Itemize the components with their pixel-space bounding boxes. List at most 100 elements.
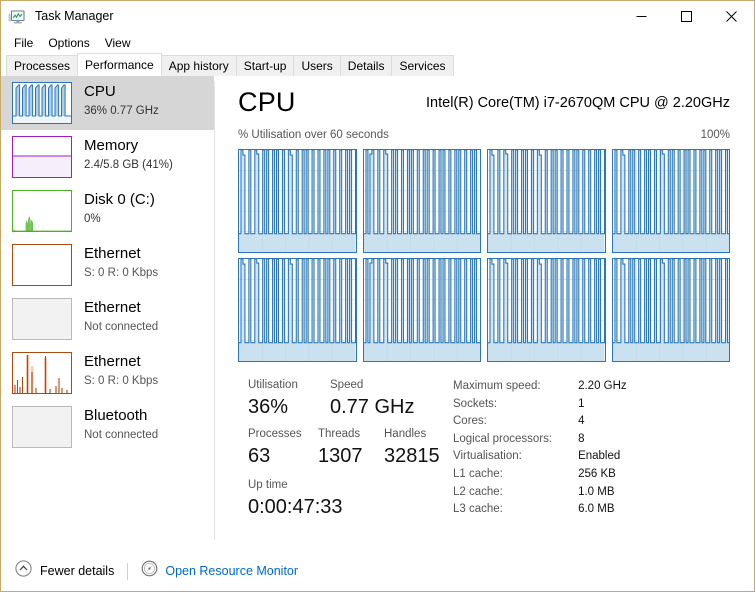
sidebar-item-memory-sub: 2.4/5.8 GB (41%) [84, 159, 173, 171]
table-row: Virtualisation: Enabled [453, 448, 627, 466]
ethernet-3-thumbnail-graph [12, 352, 72, 394]
cpu-stats-primary: Utilisation 36% Speed 0.77 GHz Processes… [248, 376, 448, 521]
cpu-core-graph [362, 258, 481, 362]
stat-processes-value: 63 [248, 445, 271, 467]
tab-services[interactable]: Services [391, 55, 454, 76]
stat-speed-label: Speed [330, 379, 364, 391]
graph-axis-max: 100% [700, 129, 730, 141]
stat-speed-value: 0.77 GHz [330, 396, 415, 418]
table-row: Cores: 4 [453, 413, 627, 431]
stat-uptime-label: Up time [248, 479, 288, 491]
detail-key-l1-cache: L1 cache: [453, 467, 503, 480]
cpu-core-graph [487, 149, 606, 253]
sidebar-item-ethernet-3-text: Ethernet S: 0 R: 0 Kbps [84, 352, 158, 389]
stats-row-2: Processes 63 Threads 1307 Handles 32815 [248, 425, 448, 470]
status-bar: Fewer details Open Resource Monitor [1, 551, 754, 591]
cpu-thumbnail-graph [12, 82, 72, 124]
stat-threads-value: 1307 [318, 445, 363, 467]
sidebar-item-memory[interactable]: Memory 2.4/5.8 GB (41%) [1, 130, 214, 184]
cpu-core-graph [611, 149, 730, 253]
sidebar-item-cpu-label: CPU [84, 83, 116, 100]
table-row: L3 cache: 6.0 MB [453, 501, 627, 519]
sidebar-item-ethernet-2[interactable]: Ethernet Not connected [1, 292, 214, 346]
sidebar-item-ethernet-3-sub: S: 0 R: 0 Kbps [84, 375, 159, 387]
sidebar-item-ethernet-1-sub: S: 0 R: 0 Kbps [84, 267, 159, 279]
menu-item-file[interactable]: File [8, 35, 42, 51]
sidebar-item-ethernet-1-label: Ethernet [84, 245, 141, 262]
sidebar-item-disk0-text: Disk 0 (C:) 0% [84, 190, 155, 227]
detail-value-maximum-speed: 2.20 GHz [578, 380, 627, 392]
main-body: CPU 36% 0.77 GHz Memory 2.4/5.8 GB (41%) [1, 76, 754, 546]
table-row: L2 cache: 1.0 MB [453, 484, 627, 502]
stat-threads: Threads 1307 [318, 425, 384, 470]
minimize-button[interactable] [619, 1, 664, 32]
tab-app-history[interactable]: App history [160, 55, 237, 76]
detail-value-sockets: 1 [578, 397, 585, 410]
window-controls [619, 1, 754, 32]
stat-uptime: Up time 0:00:47:33 [248, 476, 343, 521]
fewer-details-label: Fewer details [40, 564, 115, 578]
stat-handles-label: Handles [384, 428, 427, 440]
stats-row-3: Up time 0:00:47:33 [248, 476, 448, 521]
open-resource-monitor-button[interactable]: Open Resource Monitor [141, 560, 298, 582]
bluetooth-thumbnail-graph [12, 406, 72, 448]
sidebar-item-cpu[interactable]: CPU 36% 0.77 GHz [1, 76, 214, 130]
cpu-header: CPU Intel(R) Core(TM) i7-2670QM CPU @ 2.… [238, 87, 730, 129]
graph-axis-caption: % Utilisation over 60 seconds [238, 129, 389, 141]
cpu-core-graph [611, 258, 730, 362]
maximize-button[interactable] [664, 1, 709, 32]
tab-processes[interactable]: Processes [6, 55, 79, 76]
stat-utilisation: Utilisation 36% [248, 376, 330, 421]
tab-start-up[interactable]: Start-up [235, 55, 295, 76]
menu-item-options[interactable]: Options [42, 35, 98, 51]
task-manager-icon [8, 8, 26, 26]
stat-utilisation-value: 36% [248, 396, 289, 418]
logical-processor-graph-grid [238, 149, 730, 362]
task-manager-window: Task Manager File Options View Processes… [0, 0, 755, 592]
cpu-model-label: Intel(R) Core(TM) i7-2670QM CPU @ 2.20GH… [426, 95, 730, 111]
tab-performance[interactable]: Performance [77, 53, 162, 76]
cpu-stats: Utilisation 36% Speed 0.77 GHz Processes… [238, 376, 730, 526]
open-resource-monitor-label[interactable]: Open Resource Monitor [165, 564, 298, 578]
cpu-core-graph [238, 258, 357, 362]
tab-users[interactable]: Users [293, 55, 341, 76]
menu-item-view[interactable]: View [99, 35, 140, 51]
sidebar-item-disk0-label: Disk 0 (C:) [84, 191, 155, 208]
tab-strip: Processes Performance App history Start-… [1, 53, 754, 76]
cpu-core-graph [238, 149, 357, 253]
detail-key-logical-processors: Logical processors: [453, 432, 553, 445]
detail-key-virtualisation: Virtualisation: [453, 450, 522, 463]
sidebar-item-memory-text: Memory 2.4/5.8 GB (41%) [84, 136, 173, 173]
cpu-stats-details: Maximum speed: 2.20 GHz Sockets: 1 Cores… [453, 378, 627, 519]
sidebar-item-ethernet-1[interactable]: Ethernet S: 0 R: 0 Kbps [1, 238, 214, 292]
menu-bar: File Options View [1, 32, 754, 54]
cpu-core-graph [487, 258, 606, 362]
detail-key-maximum-speed: Maximum speed: [453, 380, 541, 392]
detail-key-cores: Cores: [453, 415, 487, 428]
sidebar-item-memory-label: Memory [84, 137, 139, 154]
sidebar-item-bluetooth-label: Bluetooth [84, 407, 148, 424]
detail-key-l3-cache: L3 cache: [453, 503, 503, 516]
title-bar: Task Manager [1, 1, 754, 32]
detail-key-l2-cache: L2 cache: [453, 485, 503, 498]
tab-details[interactable]: Details [339, 55, 393, 76]
detail-value-cores: 4 [578, 415, 585, 428]
sidebar-item-ethernet-3[interactable]: Ethernet S: 0 R: 0 Kbps [1, 346, 214, 400]
detail-value-l2-cache: 1.0 MB [578, 485, 615, 498]
sidebar-item-cpu-sub: 36% 0.77 GHz [84, 105, 159, 117]
stat-uptime-value: 0:00:47:33 [248, 496, 343, 518]
stat-speed: Speed 0.77 GHz [330, 376, 414, 421]
sidebar-item-disk0[interactable]: Disk 0 (C:) 0% [1, 184, 214, 238]
sidebar-item-bluetooth-text: Bluetooth Not connected [84, 406, 158, 443]
sidebar-item-ethernet-2-text: Ethernet Not connected [84, 298, 158, 335]
table-row: L1 cache: 256 KB [453, 466, 627, 484]
fewer-details-button[interactable]: Fewer details [15, 560, 114, 582]
resource-sidebar: CPU 36% 0.77 GHz Memory 2.4/5.8 GB (41%) [1, 76, 214, 546]
stat-handles: Handles 32815 [384, 425, 440, 470]
sidebar-item-ethernet-2-label: Ethernet [84, 299, 141, 316]
close-button[interactable] [709, 1, 754, 32]
status-bar-separator [127, 562, 129, 580]
sidebar-item-ethernet-1-text: Ethernet S: 0 R: 0 Kbps [84, 244, 158, 281]
disk-thumbnail-graph [12, 190, 72, 232]
sidebar-item-bluetooth[interactable]: Bluetooth Not connected [1, 400, 214, 454]
